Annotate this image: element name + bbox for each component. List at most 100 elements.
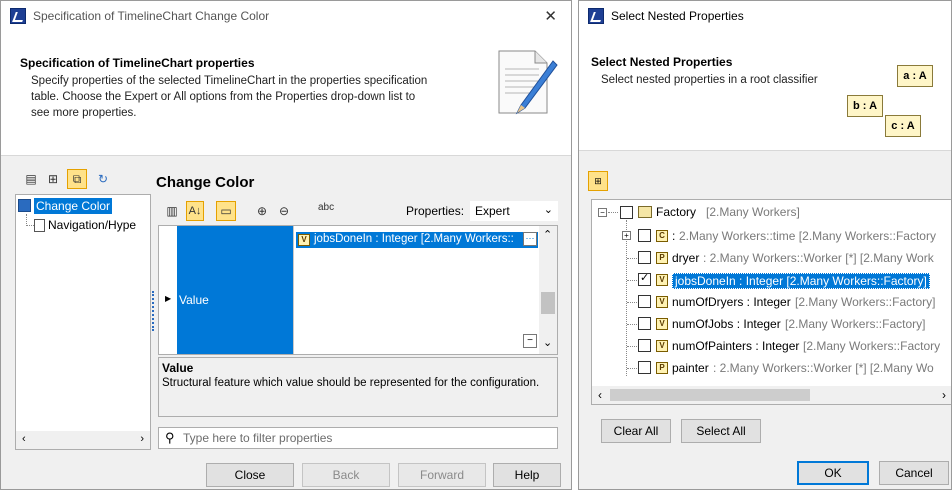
expand-all-icon[interactable]: ⊕ xyxy=(254,203,270,219)
collapse-icon[interactable]: − xyxy=(598,208,607,217)
title-bar: Select Nested Properties xyxy=(579,1,951,31)
filter-placeholder: Type here to filter properties xyxy=(183,431,333,445)
list-view-icon[interactable]: ▤ xyxy=(23,171,39,187)
properties-dropdown[interactable]: Expert ⌄ xyxy=(470,201,558,221)
row-checkbox[interactable] xyxy=(638,339,651,352)
scroll-down-icon[interactable]: ⌄ xyxy=(543,336,552,349)
property-type: [2.Many Workers::Factory] xyxy=(795,295,936,309)
filter-input[interactable]: ⚲ Type here to filter properties xyxy=(158,427,558,449)
collapse-all-icon[interactable]: ⊖ xyxy=(276,203,292,219)
part-c-box: c : A xyxy=(885,115,921,137)
section-title: Change Color xyxy=(156,174,255,191)
help-button-visible[interactable]: Help xyxy=(493,463,561,487)
property-row-value[interactable]: ▶ Value xyxy=(159,292,293,308)
grouped-view-icon[interactable]: ⧉ xyxy=(67,169,87,189)
part-property-icon: P xyxy=(656,362,668,374)
scroll-left-icon[interactable]: ‹ xyxy=(598,388,602,402)
specification-dialog: Specification of TimelineChart Change Co… xyxy=(0,0,572,490)
nested-property-row[interactable]: VnumOfPainters : Integer [2.Many Workers:… xyxy=(592,336,951,356)
chevron-down-icon: ⌄ xyxy=(543,204,553,216)
close-button[interactable]: Close xyxy=(206,463,294,487)
value-property-icon: V xyxy=(656,318,668,330)
property-type: : 2.Many Workers::Worker [*] [2.Many Wor… xyxy=(703,251,934,265)
property-name-column xyxy=(177,226,293,354)
scroll-left-icon[interactable]: ‹ xyxy=(22,433,26,445)
scroll-up-icon[interactable]: ⌃ xyxy=(543,228,552,241)
row-checkbox[interactable] xyxy=(638,361,651,374)
nested-property-row[interactable]: Ppainter: 2.Many Workers::Worker [*] [2.… xyxy=(592,358,951,378)
document-pencil-icon xyxy=(495,47,559,117)
categorize-icon[interactable]: ▥ xyxy=(164,203,180,219)
property-name: numOfDryers : Integer xyxy=(672,295,791,309)
forward-button[interactable]: Forward xyxy=(398,463,486,487)
description-toggle-icon[interactable]: ▭ xyxy=(216,201,236,221)
property-name: Value xyxy=(179,293,209,307)
part-b-box: b : A xyxy=(847,95,883,117)
nested-property-row[interactable]: VnumOfDryers : Integer [2.Many Workers::F… xyxy=(592,292,951,312)
splitter-handle[interactable] xyxy=(152,291,154,331)
navigation-tree[interactable]: Change Color Navigation/Hype ‹ › xyxy=(15,194,151,450)
nested-property-row[interactable]: Pdryer: 2.Many Workers::Worker [*] [2.Ma… xyxy=(592,248,951,268)
banner-description-line-3: see more properties. xyxy=(31,107,137,119)
constraint-icon: C xyxy=(656,230,668,242)
expand-nested-icon[interactable]: ⊞ xyxy=(588,171,608,191)
row-checkbox[interactable]: ✓ xyxy=(638,272,651,286)
description-panel: Value Structural feature which value sho… xyxy=(158,357,558,417)
part-a-box: a : A xyxy=(897,65,933,87)
banner-title: Select Nested Properties xyxy=(591,55,733,69)
value-text: jobsDoneIn : Integer [2.Many Workers:: xyxy=(314,233,514,245)
root-checkbox[interactable] xyxy=(620,206,633,219)
nested-parts-graphic: a : A b : A c : A xyxy=(841,61,941,145)
tree-toolbar: ▤ ⊞ ⧉ ↻ xyxy=(1,163,151,191)
remove-value-button[interactable]: − xyxy=(523,334,537,348)
ok-button[interactable]: OK xyxy=(797,461,869,485)
property-name: numOfJobs : Integer xyxy=(672,317,781,331)
scroll-right-icon[interactable]: › xyxy=(140,433,144,445)
row-checkbox[interactable] xyxy=(638,317,651,330)
tree-item-label: Change Color xyxy=(34,198,113,214)
property-toolbar: ▥ A↓ ▭ ⊕ ⊖ abc Properties: Expert ⌄ xyxy=(158,199,558,223)
search-icon: ⚲ xyxy=(165,430,175,445)
expand-row-icon[interactable]: ▶ xyxy=(165,294,171,303)
cancel-button[interactable]: Cancel xyxy=(879,461,949,485)
property-type: 2.Many Workers::time [2.Many Workers::Fa… xyxy=(679,229,936,243)
property-value-cell[interactable]: V jobsDoneIn : Integer [2.Many Workers::… xyxy=(293,226,539,354)
clear-all-button[interactable]: Clear All xyxy=(601,419,671,443)
tree-line xyxy=(627,280,637,281)
edit-ellipsis-button[interactable]: ⋯ xyxy=(523,232,537,246)
close-icon[interactable]: ✕ xyxy=(544,7,557,25)
expand-icon[interactable]: + xyxy=(622,231,631,240)
tree-line xyxy=(627,258,637,259)
tree-item-label: Navigation/Hype xyxy=(48,218,137,232)
document-icon xyxy=(34,219,45,232)
select-all-button[interactable]: Select All xyxy=(681,419,761,443)
horizontal-scrollbar[interactable]: ‹ › xyxy=(592,386,951,404)
scroll-thumb[interactable] xyxy=(610,389,810,401)
tree-view-icon[interactable]: ⊞ xyxy=(45,171,61,187)
property-type: : 2.Many Workers::Worker [*] [2.Many Wo xyxy=(713,361,934,375)
nested-properties-tree[interactable]: − Factory [2.Many Workers] + C: 2.Many Wo… xyxy=(591,199,951,405)
value-property-icon: V xyxy=(656,274,668,286)
property-type: [2.Many Workers::Factory xyxy=(803,339,941,353)
row-checkbox[interactable] xyxy=(638,229,651,242)
sort-icon[interactable]: A↓ xyxy=(186,201,204,221)
scroll-thumb[interactable] xyxy=(541,292,555,314)
nested-property-row[interactable]: VnumOfJobs : Integer [2.Many Workers::Fac… xyxy=(592,314,951,334)
nested-property-row[interactable]: + C: 2.Many Workers::time [2.Many Workers… xyxy=(592,226,951,246)
scroll-right-icon[interactable]: › xyxy=(942,388,946,402)
nested-property-row[interactable]: ✓ VjobsDoneIn : Integer [2.Many Workers::… xyxy=(592,270,951,290)
abc-icon[interactable]: abc xyxy=(318,200,334,216)
refresh-icon[interactable]: ↻ xyxy=(95,171,111,187)
back-button[interactable]: Back xyxy=(302,463,390,487)
selected-value-item[interactable]: V jobsDoneIn : Integer [2.Many Workers:: xyxy=(296,232,538,248)
horizontal-scrollbar[interactable]: ‹ › xyxy=(16,431,150,449)
tree-item-change-color[interactable]: Change Color xyxy=(18,198,116,214)
vertical-scrollbar[interactable]: ⌃ ⌄ xyxy=(539,226,557,354)
property-type: [2.Many Workers::Factory] xyxy=(785,317,926,331)
banner-description-line-2: table. Choose the Expert or All options … xyxy=(31,91,416,103)
tree-line xyxy=(26,225,34,226)
row-checkbox[interactable] xyxy=(638,295,651,308)
row-checkbox[interactable] xyxy=(638,251,651,264)
property-name: : xyxy=(672,229,676,243)
header-banner: Select Nested Properties Select nested p… xyxy=(579,31,951,151)
